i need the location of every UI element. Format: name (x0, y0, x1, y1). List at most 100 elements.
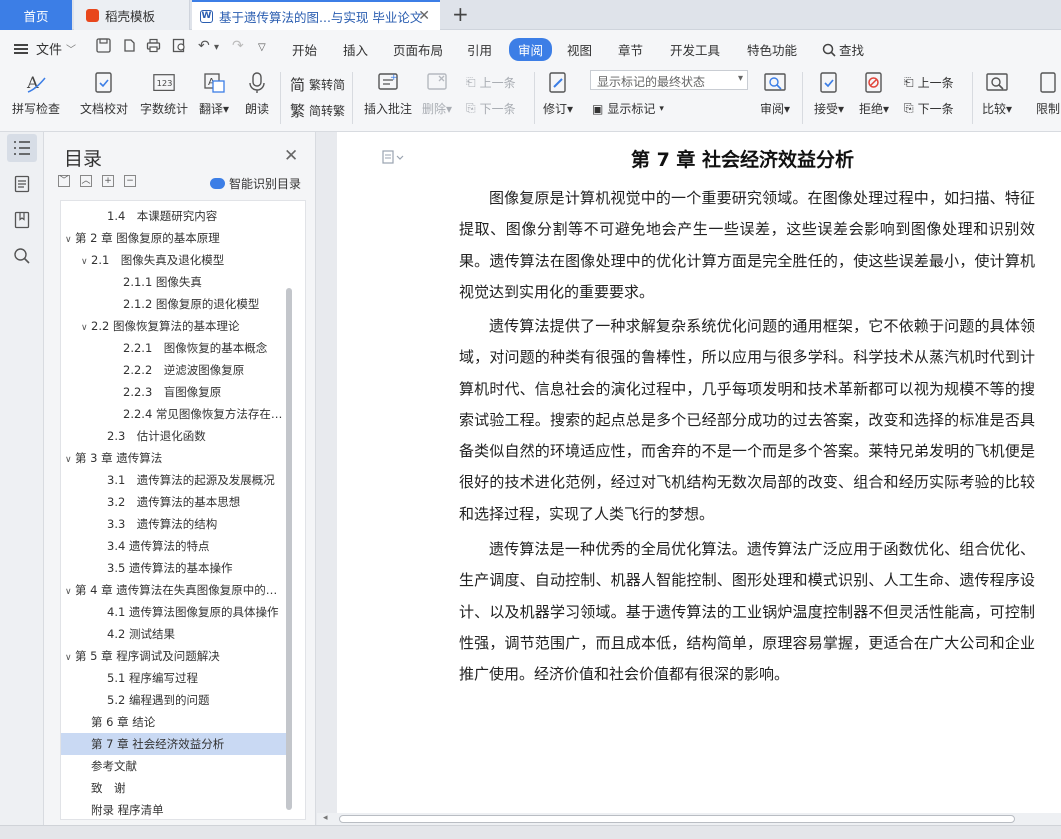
search-button[interactable]: 查找 (822, 40, 864, 59)
prev-comment-button[interactable]: ⎗ 上一条 (466, 74, 516, 91)
file-menu[interactable]: 文件 ﹀ (14, 39, 76, 58)
chevron-down-icon[interactable]: ∨ (65, 647, 75, 667)
paragraph-1[interactable]: 图像复原是计算机视觉中的一个重要研究领域。在图像处理过程中，如扫描、特征提取、图… (459, 183, 1035, 308)
spell-check-button[interactable]: A 拼写检查 (12, 70, 60, 117)
doc-check-button[interactable]: 文档校对 (80, 70, 128, 117)
scrollbar-thumb[interactable] (339, 815, 1015, 823)
paragraph-3[interactable]: 遗传算法是一种优秀的全局优化算法。遗传算法广泛应用于函数优化、组合优化、生产调度… (459, 534, 1035, 690)
doc-check-icon (92, 70, 116, 96)
toc-item[interactable]: 第 6 章 结论 (61, 711, 287, 733)
toc-item[interactable]: 3.3 遗传算法的结构 (61, 513, 287, 535)
tab-document[interactable]: W 基于遗传算法的图...与实现 毕业论文 ✕ (192, 0, 440, 30)
horizontal-scrollbar[interactable]: ◂ (317, 813, 1061, 825)
tab-home[interactable]: 首页 (0, 0, 72, 30)
add-tab-icon[interactable]: + (452, 2, 469, 26)
to-simplified-button[interactable]: 繁简转繁 (290, 100, 345, 121)
display-mode-select[interactable]: 显示标记的最终状态 (590, 70, 748, 90)
outline-icon[interactable] (7, 170, 37, 198)
toc-item[interactable]: 3.2 遗传算法的基本思想 (61, 491, 287, 513)
toc-item[interactable]: ∨ 2.1 图像失真及退化模型 (61, 249, 287, 271)
redo-icon[interactable]: ↷ (232, 38, 244, 54)
compare-button[interactable]: 比较▾ (982, 70, 1012, 117)
tab-page-layout[interactable]: 页面布局 (393, 40, 443, 59)
accept-button[interactable]: 接受▾ (814, 70, 844, 117)
toc-item[interactable]: 3.1 遗传算法的起源及发展概况 (61, 469, 287, 491)
collapse-all-icon[interactable]: ﹀ (58, 175, 70, 187)
toc-item[interactable]: 2.1.1 图像失真 (61, 271, 287, 293)
paragraph-2[interactable]: 遗传算法提供了一种求解复杂系统优化问题的通用框架，它不依赖于问题的具体领域，对问… (459, 311, 1035, 530)
toc-icon[interactable] (7, 134, 37, 162)
toc-item[interactable]: ∨ 第 5 章 程序调试及问题解决 (61, 645, 287, 667)
toc-item[interactable]: 1.4 本课题研究内容 (61, 205, 287, 227)
reject-button[interactable]: 拒绝▾ (859, 70, 889, 117)
toc-item[interactable]: 第 7 章 社会经济效益分析 (61, 733, 287, 755)
word-count-button[interactable]: 123 字数统计 (140, 70, 188, 117)
toc-item[interactable]: 4.2 测试结果 (61, 623, 287, 645)
next-comment-button[interactable]: ⎘ 下一条 (466, 100, 516, 117)
toc-item[interactable]: 附录 程序清单 (61, 799, 287, 819)
undo-icon[interactable]: ↶ (198, 38, 210, 54)
toc-item[interactable]: ∨ 第 3 章 遗传算法 (61, 447, 287, 469)
read-aloud-button[interactable]: 朗读 (245, 70, 269, 117)
toc-item[interactable]: 致 谢 (61, 777, 287, 799)
restrict-label: 限制 (1036, 102, 1061, 116)
remove-heading-icon[interactable]: − (124, 175, 136, 187)
tab-view[interactable]: 视图 (567, 40, 592, 59)
bookmark-icon[interactable] (7, 206, 37, 234)
toc-item[interactable]: 5.2 编程遇到的问题 (61, 689, 287, 711)
chapter-heading[interactable]: 第 7 章 社会经济效益分析 (455, 145, 1030, 172)
chevron-down-icon[interactable]: ∨ (65, 229, 75, 249)
toc-item[interactable]: 2.2.4 常见图像恢复方法存在的问题 (61, 403, 287, 425)
scroll-left-icon[interactable]: ◂ (323, 813, 328, 823)
chevron-down-icon[interactable]: ▾ (214, 42, 219, 53)
chevron-down-icon[interactable]: ∨ (81, 251, 91, 271)
tab-start[interactable]: 开始 (292, 40, 317, 59)
show-markup-button[interactable]: ▣ 显示标记 ▾ (592, 100, 664, 117)
toc-item[interactable]: 2.3 估计退化函数 (61, 425, 287, 447)
expand-all-icon[interactable]: ︿ (80, 175, 92, 187)
tab-developer[interactable]: 开发工具 (670, 40, 720, 59)
close-icon[interactable]: ✕ (284, 146, 298, 166)
chevron-down-icon[interactable]: ∨ (81, 317, 91, 337)
toc-item[interactable]: ∨ 第 2 章 图像复原的基本原理 (61, 227, 287, 249)
tab-features[interactable]: 特色功能 (747, 40, 797, 59)
delete-comment-button[interactable]: 删除▾ (422, 70, 452, 117)
customize-toolbar-icon[interactable]: ▽ (258, 42, 266, 53)
review-pane-button[interactable]: 审阅▾ (760, 70, 790, 117)
tab-insert[interactable]: 插入 (343, 40, 368, 59)
next-change-button[interactable]: ⎘ 下一条 (904, 100, 954, 117)
toc-item[interactable]: 2.1.2 图像复原的退化模型 (61, 293, 287, 315)
revise-button[interactable]: 修订▾ (543, 70, 573, 117)
tab-chapter[interactable]: 章节 (618, 40, 643, 59)
page-format-icon[interactable] (382, 150, 404, 168)
chevron-down-icon[interactable]: ∨ (65, 449, 75, 469)
toc-item[interactable]: 3.4 遗传算法的特点 (61, 535, 287, 557)
smart-toc-button[interactable]: 智能识别目录 (210, 175, 301, 192)
add-heading-icon[interactable]: + (102, 175, 114, 187)
tab-references[interactable]: 引用 (467, 40, 492, 59)
translate-button[interactable]: A 翻译▾ (199, 70, 229, 117)
export-icon[interactable] (122, 38, 137, 57)
print-preview-icon[interactable] (172, 38, 187, 57)
toc-item[interactable]: 参考文献 (61, 755, 287, 777)
close-icon[interactable]: ✕ (418, 8, 430, 24)
save-icon[interactable] (96, 38, 111, 57)
toc-item[interactable]: 4.1 遗传算法图像复原的具体操作 (61, 601, 287, 623)
toc-item[interactable]: ∨ 第 4 章 遗传算法在失真图像复原中的应用 (61, 579, 287, 601)
toc-item[interactable]: 2.2.3 盲图像复原 (61, 381, 287, 403)
toc-item[interactable]: 5.1 程序编写过程 (61, 667, 287, 689)
toc-item[interactable]: 2.2.1 图像恢复的基本概念 (61, 337, 287, 359)
print-icon[interactable] (146, 38, 161, 57)
to-traditional-button[interactable]: 简繁转简 (290, 74, 345, 95)
prev-change-button[interactable]: ⎗ 上一条 (904, 74, 954, 91)
restrict-button[interactable]: 限制 (1036, 70, 1060, 117)
tab-template[interactable]: 稻壳模板 (74, 0, 190, 30)
toc-item[interactable]: 3.5 遗传算法的基本操作 (61, 557, 287, 579)
tab-review[interactable]: 审阅 (509, 38, 553, 61)
insert-comment-button[interactable]: + 插入批注 (364, 70, 412, 117)
toc-scrollbar[interactable] (286, 288, 292, 810)
chevron-down-icon[interactable]: ∨ (65, 581, 75, 601)
toc-item[interactable]: ∨ 2.2 图像恢复算法的基本理论 (61, 315, 287, 337)
find-replace-icon[interactable] (7, 242, 37, 270)
toc-item[interactable]: 2.2.2 逆滤波图像复原 (61, 359, 287, 381)
